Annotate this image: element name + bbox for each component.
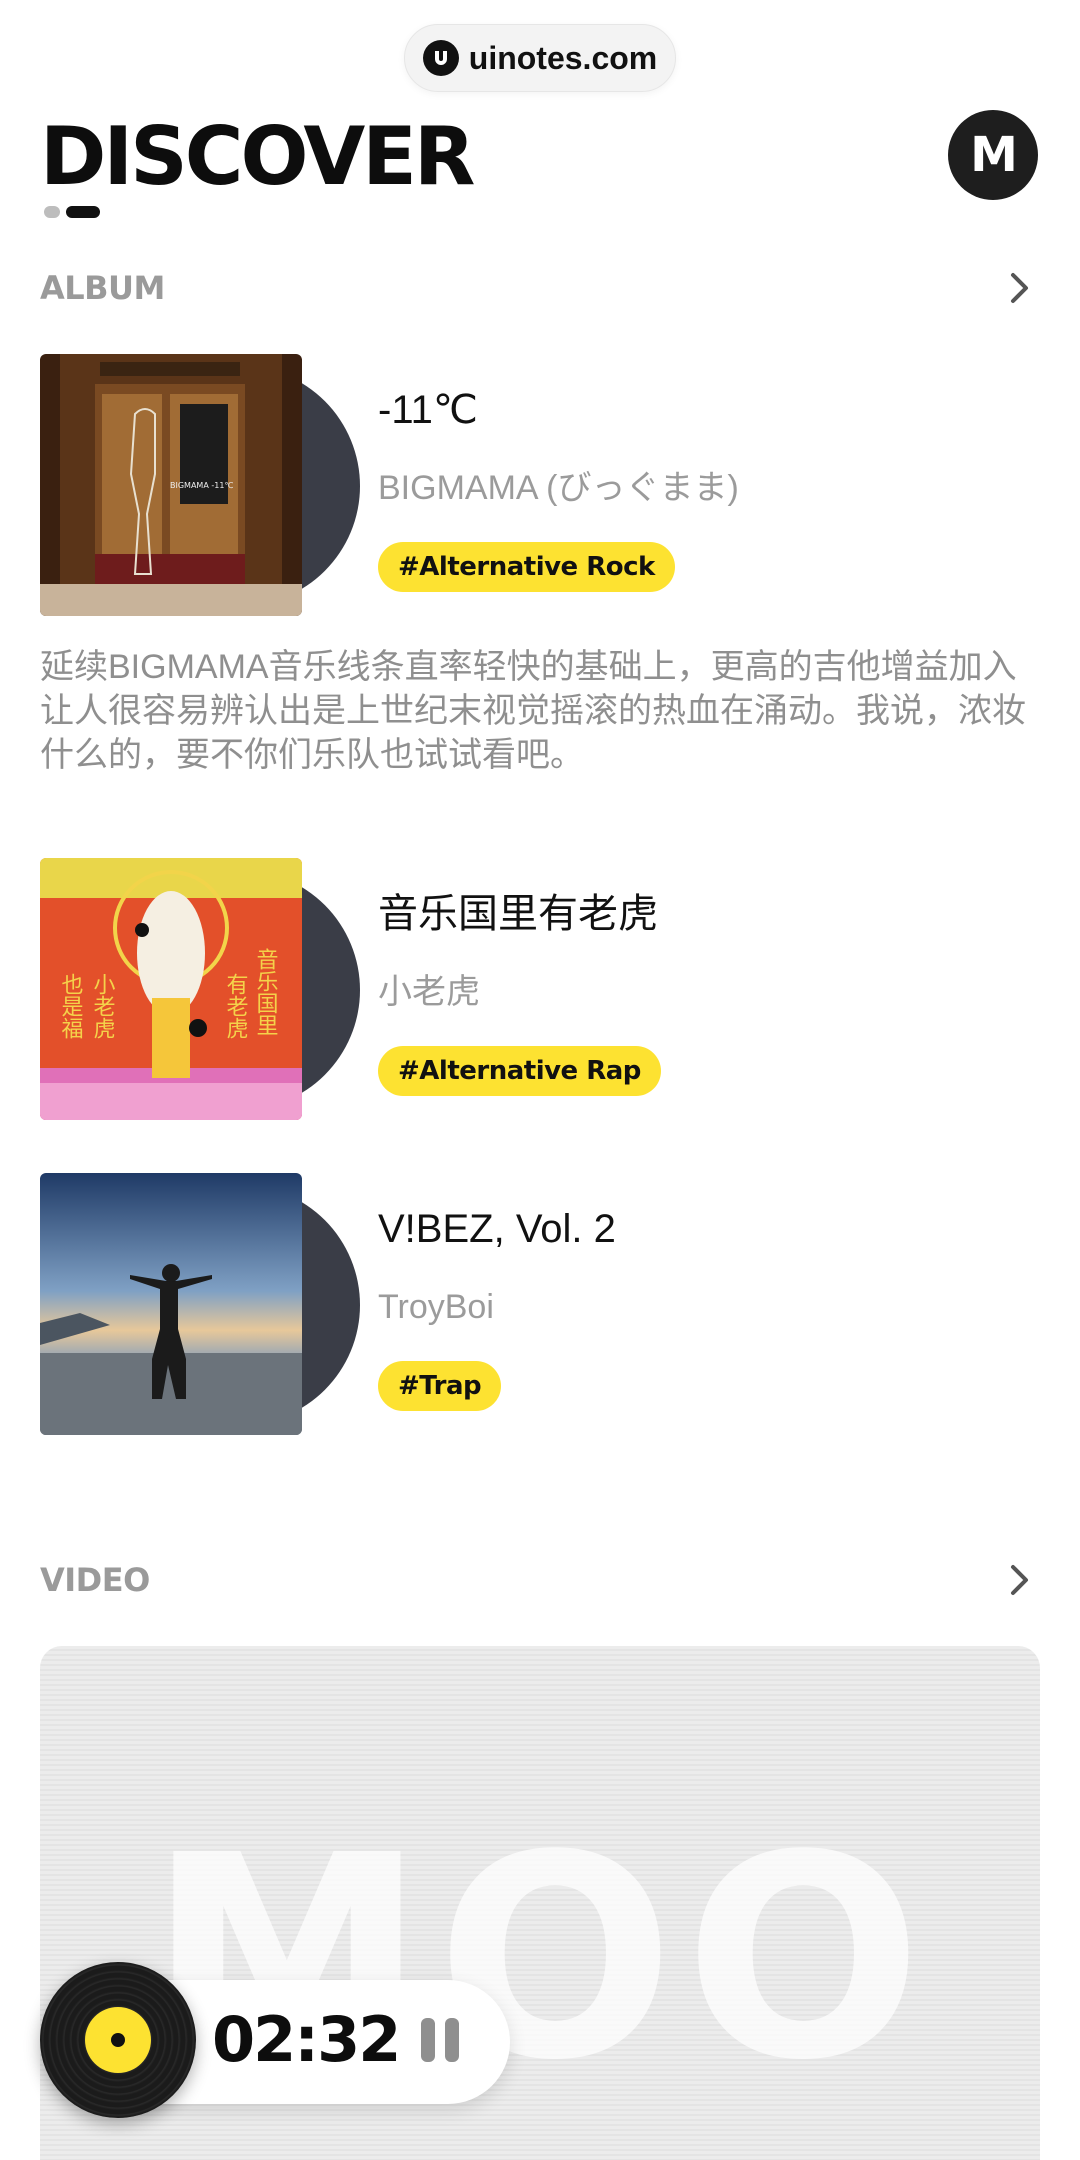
genre-tag[interactable]: #Trap — [378, 1361, 502, 1411]
chevron-right-icon[interactable] — [1000, 1560, 1040, 1600]
mini-player[interactable]: 02:32 — [40, 1962, 510, 2118]
album-section-title: ALBUM — [40, 269, 165, 307]
album-artist: BIGMAMA (びっぐまま) — [378, 469, 739, 507]
album-title: -11℃ — [378, 388, 478, 432]
album-artist: TroyBoi — [378, 1288, 494, 1326]
profile-avatar[interactable]: M — [948, 110, 1038, 200]
svg-text:有老虎: 有老虎 — [223, 973, 249, 1039]
pause-bar — [445, 2018, 459, 2062]
album-description: 延续BIGMAMA音乐线条直率轻快的基础上，更高的吉他增益加入让人很容易辨认出是… — [40, 648, 1026, 774]
album-item[interactable]: 音乐国里 有老虎 小老虎 也是福 音乐国里有老虎 小老虎 #Alternativ… — [40, 858, 1040, 1122]
album-info: V!BEZ, Vol. 2 TroyBoi #Trap — [378, 1203, 1038, 1411]
album-artist: 小老虎 — [378, 973, 480, 1011]
page-dot-active — [66, 206, 100, 218]
cover-text: BIGMAMA -11℃ — [170, 481, 233, 490]
avatar-letter: M — [970, 127, 1018, 183]
album-item[interactable]: V!BEZ, Vol. 2 TroyBoi #Trap — [40, 1173, 1040, 1437]
pause-bar — [421, 2018, 435, 2062]
svg-text:音乐国里: 音乐国里 — [253, 948, 279, 1036]
svg-text:也是福: 也是福 — [58, 973, 84, 1039]
chevron-right-icon[interactable] — [1000, 268, 1040, 308]
vinyl-record-icon[interactable] — [40, 1962, 196, 2118]
genre-tag[interactable]: #Alternative Rap — [378, 1046, 661, 1096]
genre-tag[interactable]: #Alternative Rock — [378, 542, 675, 592]
pause-icon[interactable] — [418, 2018, 462, 2062]
album-item[interactable]: BIGMAMA -11℃ -11℃ BIGMAMA (びっぐまま) #Alter… — [40, 354, 1040, 618]
album-title: V!BEZ, Vol. 2 — [378, 1207, 616, 1251]
playback-time: 02:32 — [212, 2003, 401, 2076]
album-title: 音乐国里有老虎 — [378, 892, 658, 936]
record-hole — [111, 2033, 125, 2047]
record-label — [85, 2007, 151, 2073]
album-info: -11℃ BIGMAMA (びっぐまま) #Alternative Rock — [378, 384, 1038, 592]
album-cover: BIGMAMA -11℃ — [40, 354, 302, 616]
video-section-title: VIDEO — [40, 1561, 150, 1599]
album-cover: 音乐国里 有老虎 小老虎 也是福 — [40, 858, 302, 1120]
watermark-text: uinotes.com — [468, 39, 658, 76]
album-info: 音乐国里有老虎 小老虎 #Alternative Rap — [378, 888, 1038, 1096]
album-section-header: ALBUM — [40, 268, 1040, 308]
album-cover — [40, 1173, 302, 1435]
page-indicator — [44, 206, 100, 218]
video-section-header: VIDEO — [40, 1560, 1040, 1600]
page-title: DISCOVER — [40, 110, 476, 203]
page-dot — [44, 206, 60, 218]
svg-text:小老虎: 小老虎 — [90, 973, 116, 1039]
uinotes-watermark: uinotes.com — [404, 24, 676, 92]
uinotes-logo-icon — [422, 40, 459, 76]
